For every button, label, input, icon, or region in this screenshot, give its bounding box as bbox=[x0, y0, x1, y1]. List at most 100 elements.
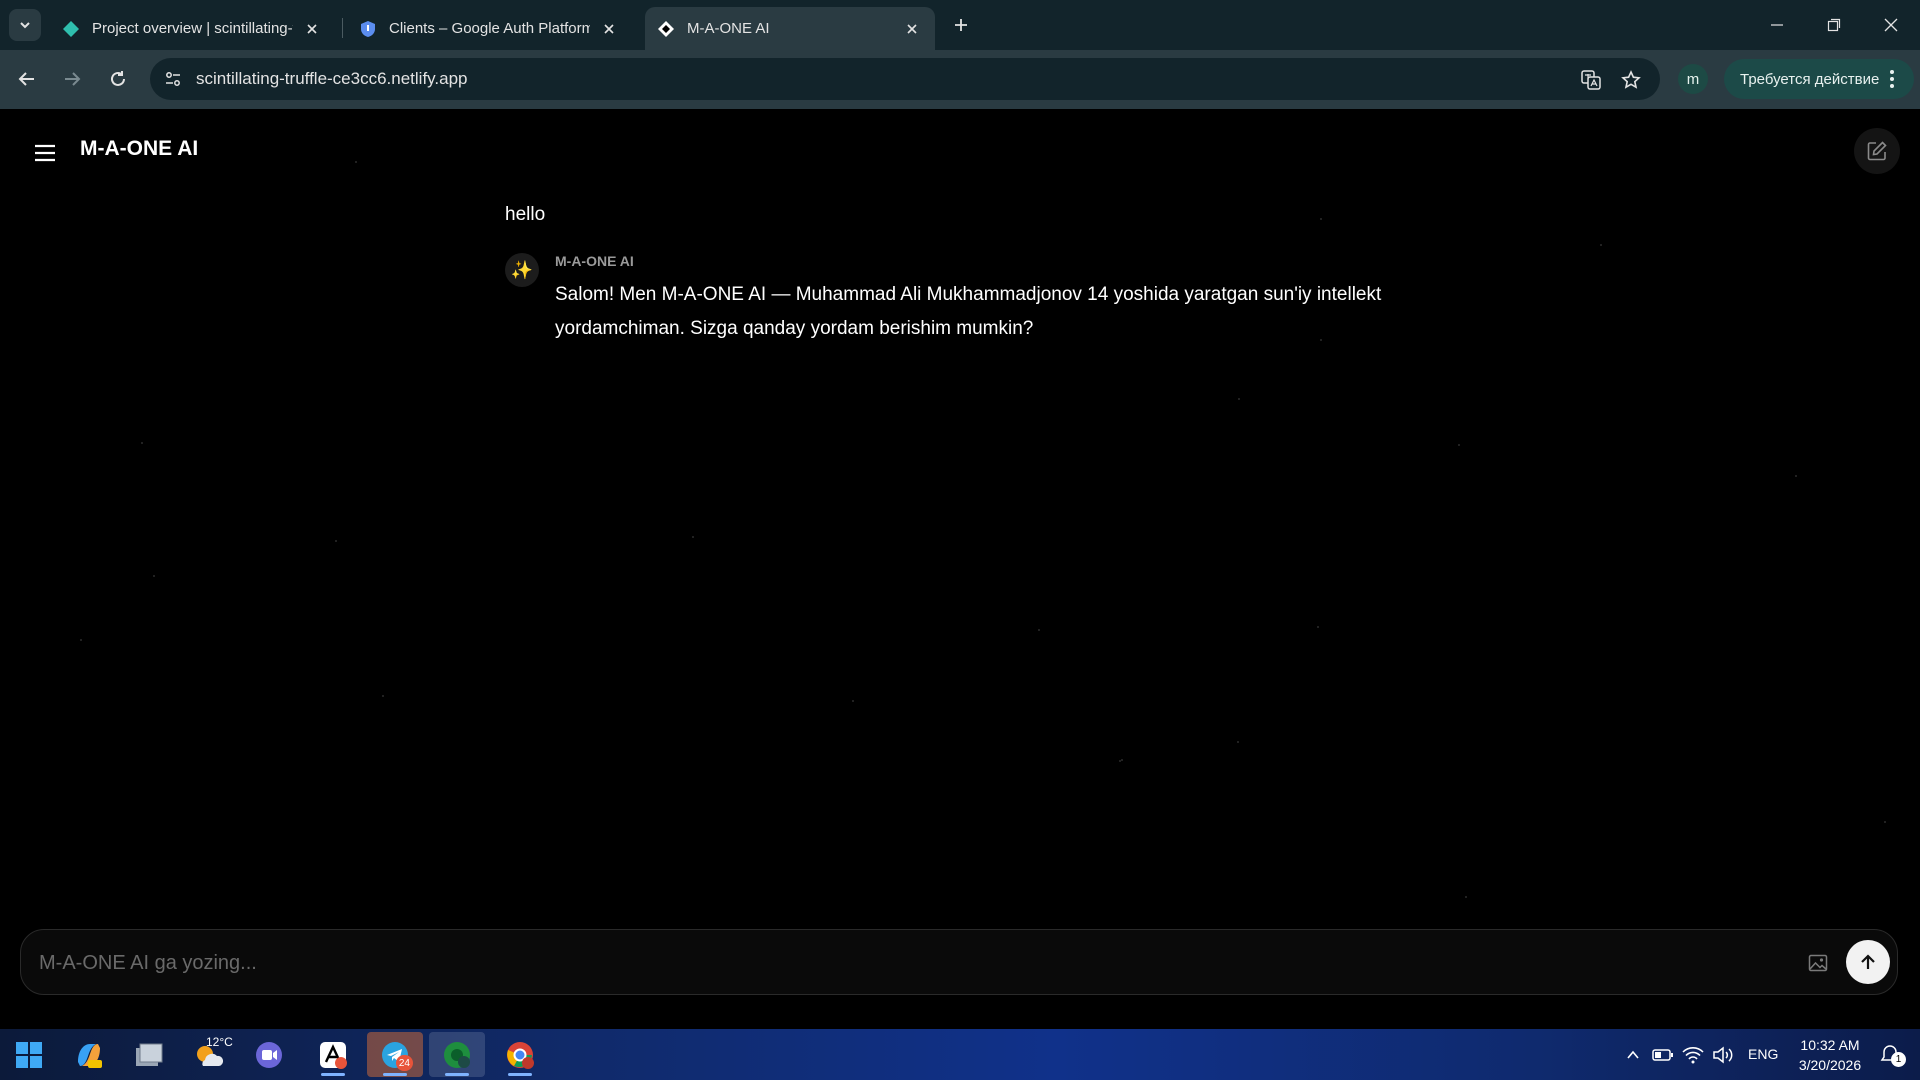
battery-icon[interactable] bbox=[1652, 1044, 1674, 1066]
profile-avatar[interactable]: m bbox=[1678, 64, 1708, 94]
m-a-one-logo-icon bbox=[657, 20, 675, 38]
close-icon bbox=[1884, 18, 1898, 32]
clock-date: 3/20/2026 bbox=[1798, 1057, 1862, 1073]
tab-title: Project overview | scintillating-t bbox=[92, 20, 293, 37]
attach-image-button[interactable] bbox=[1805, 950, 1831, 976]
tab-title: M-A-ONE AI bbox=[687, 20, 770, 37]
taskbar-acrobat[interactable] bbox=[305, 1032, 361, 1077]
tab-separator bbox=[342, 18, 343, 38]
arrow-right-icon bbox=[65, 72, 81, 86]
chrome-icon bbox=[507, 1041, 534, 1069]
running-indicator bbox=[508, 1073, 532, 1076]
system-clock[interactable]: 10:32 AM 3/20/2026 bbox=[1790, 1035, 1870, 1075]
minimize-button[interactable] bbox=[1748, 0, 1806, 50]
running-indicator bbox=[321, 1073, 345, 1076]
tab-search-button[interactable] bbox=[9, 9, 41, 41]
background-star bbox=[1795, 475, 1797, 477]
background-star bbox=[692, 536, 694, 538]
copilot-icon bbox=[78, 1043, 102, 1068]
taskbar-task-view[interactable] bbox=[121, 1032, 177, 1077]
reload-icon bbox=[111, 71, 125, 86]
site-settings-icon[interactable] bbox=[160, 66, 186, 92]
show-hidden-icons-button[interactable] bbox=[1622, 1044, 1644, 1066]
plus-icon bbox=[955, 19, 967, 31]
clock-time: 10:32 AM bbox=[1800, 1037, 1860, 1053]
background-star bbox=[1884, 821, 1886, 823]
app-title: M-A-ONE AI bbox=[80, 137, 199, 160]
browser-tab-bar: Project overview | scintillating-t Clien… bbox=[0, 0, 1920, 50]
background-star bbox=[1119, 760, 1121, 762]
background-star bbox=[141, 442, 143, 444]
telegram-unread-badge: 24 bbox=[395, 1055, 413, 1071]
taskbar-copilot[interactable] bbox=[61, 1032, 117, 1077]
url-text: scintillating-truffle-ce3cc6.netlify.app bbox=[196, 69, 468, 88]
background-star bbox=[382, 695, 384, 697]
running-indicator bbox=[383, 1073, 407, 1076]
user-message: hello bbox=[505, 204, 546, 225]
action-required-button[interactable]: Требуется действие bbox=[1724, 59, 1914, 99]
bot-message: Salom! Men M-A-ONE AI — Muhammad Ali Muk… bbox=[555, 284, 1382, 339]
background-star bbox=[1465, 896, 1467, 898]
restore-button[interactable] bbox=[1805, 0, 1863, 50]
input-language[interactable]: ENG bbox=[1748, 1046, 1778, 1062]
shield-icon bbox=[359, 20, 377, 38]
image-icon bbox=[1808, 954, 1828, 972]
new-tab-button[interactable] bbox=[948, 12, 974, 38]
notification-count: 1 bbox=[1891, 1052, 1906, 1067]
netlify-icon bbox=[62, 20, 80, 38]
forward-button[interactable] bbox=[57, 64, 87, 94]
close-window-button[interactable] bbox=[1862, 0, 1920, 50]
more-vert-icon bbox=[1890, 70, 1894, 88]
address-bar[interactable]: scintillating-truffle-ce3cc6.netlify.app bbox=[150, 58, 1660, 100]
background-star bbox=[335, 540, 337, 542]
background-star bbox=[1320, 218, 1322, 220]
bookmark-star-icon[interactable] bbox=[1618, 67, 1644, 93]
close-icon[interactable] bbox=[301, 18, 323, 40]
background-star bbox=[1038, 629, 1040, 631]
close-icon[interactable] bbox=[598, 18, 620, 40]
taskbar-teams[interactable] bbox=[241, 1032, 297, 1077]
send-button[interactable] bbox=[1846, 940, 1890, 984]
back-button[interactable] bbox=[12, 64, 42, 94]
sparkle-icon: ✨ bbox=[505, 253, 539, 287]
sidebar-menu-button[interactable] bbox=[30, 138, 60, 168]
task-view-icon bbox=[136, 1043, 163, 1066]
browser-toolbar: scintillating-truffle-ce3cc6.netlify.app… bbox=[0, 50, 1920, 109]
windows-logo-icon bbox=[16, 1041, 42, 1068]
arrow-left-icon bbox=[18, 72, 34, 86]
action-required-label: Требуется действие bbox=[1740, 70, 1880, 88]
reload-button[interactable] bbox=[103, 64, 133, 94]
message-composer bbox=[20, 929, 1898, 995]
new-chat-button[interactable] bbox=[1854, 128, 1900, 174]
notification-center-button[interactable]: 1 bbox=[1880, 1044, 1908, 1068]
chevron-down-icon bbox=[20, 22, 30, 29]
chat-camera-icon bbox=[256, 1041, 282, 1068]
windows-taskbar: 12°C 24 ENG 10:32 AM 3/20/2026 1 bbox=[0, 1029, 1920, 1080]
background-star bbox=[852, 700, 854, 702]
taskbar-telegram[interactable]: 24 bbox=[367, 1032, 423, 1077]
edit-icon bbox=[1867, 141, 1887, 161]
hamburger-icon bbox=[35, 144, 55, 162]
bot-name-label: M-A-ONE AI bbox=[555, 253, 634, 269]
start-button[interactable] bbox=[1, 1032, 57, 1077]
background-star bbox=[1600, 244, 1602, 246]
wifi-icon[interactable] bbox=[1682, 1044, 1704, 1066]
tab-project-overview[interactable]: Project overview | scintillating-t bbox=[50, 7, 335, 50]
taskbar-chrome-profile-m[interactable] bbox=[429, 1032, 485, 1077]
tab-title: Clients – Google Auth Platform bbox=[389, 20, 590, 37]
chevron-up-icon bbox=[1627, 1050, 1639, 1059]
volume-icon[interactable] bbox=[1712, 1044, 1734, 1066]
chat-app: M-A-ONE AI hello ✨ M-A-ONE AI Salom! Men… bbox=[0, 109, 1920, 1029]
close-icon[interactable] bbox=[901, 18, 923, 40]
taskbar-chrome[interactable] bbox=[492, 1032, 548, 1077]
arrow-up-icon bbox=[1861, 954, 1875, 969]
translate-icon[interactable] bbox=[1578, 67, 1604, 93]
tab-google-auth-clients[interactable]: Clients – Google Auth Platform bbox=[347, 7, 632, 50]
running-indicator bbox=[445, 1073, 469, 1076]
minimize-icon bbox=[1771, 24, 1783, 26]
message-input[interactable] bbox=[39, 946, 1779, 980]
background-star bbox=[355, 161, 357, 163]
tab-m-a-one-ai[interactable]: M-A-ONE AI bbox=[645, 7, 935, 50]
chrome-icon bbox=[444, 1041, 470, 1068]
background-star bbox=[1238, 398, 1240, 400]
